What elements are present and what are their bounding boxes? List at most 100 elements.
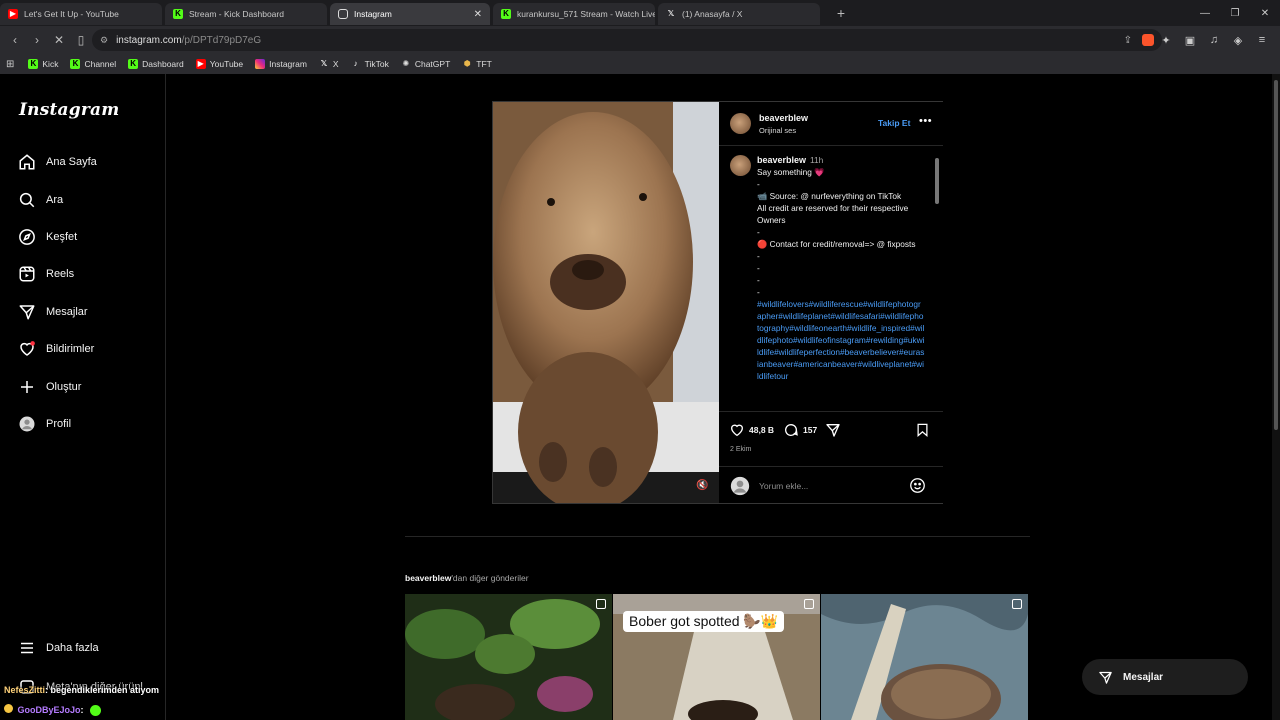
close-window-icon[interactable]: ✕ [1250,8,1280,19]
profile-avatar [730,476,750,496]
bookmark-item[interactable]: ♪ TikTok [351,59,389,69]
sidebar-item-create[interactable]: Oluştur [18,375,81,399]
instagram-logo[interactable]: Instagram [19,100,119,120]
bookmark-item[interactable]: K Kick [28,59,58,69]
more-posts-username[interactable]: beaverblew [405,573,451,583]
media-icon[interactable]: ♫ [1202,34,1226,46]
sidebar-item-reels[interactable]: Reels [18,262,74,286]
bookmark-item[interactable]: ⬢ TFT [462,59,492,69]
bookmark-label: X [332,59,339,69]
bookmark-item[interactable]: 𝕏X [319,59,339,69]
messages-fab[interactable]: Mesajlar [1082,659,1248,695]
post-thumbnail[interactable]: Bober got spotted 🦫👑 [613,594,820,720]
post-username[interactable]: beaverblew [759,113,808,123]
post-thumbnail[interactable] [405,594,612,720]
save-bookmark-icon[interactable] [915,422,930,438]
mute-icon[interactable]: 🔇 [696,480,708,491]
avatar[interactable] [730,155,751,176]
caption-line: 🔴 Contact for credit/removal=> @ fixpost… [757,239,916,249]
beaver-video-frame [493,102,719,503]
audio-label[interactable]: Orijinal ses [759,126,796,135]
browser-tab[interactable]: K kurankursu_571 Stream - Watch Live [493,3,655,25]
brave-shield-icon[interactable] [1142,34,1154,46]
caption-line: - [757,263,760,273]
stop-icon[interactable]: ✕ [48,33,70,47]
plus-icon [21,381,33,393]
sidebar-item-more[interactable]: Daha fazla [18,636,99,660]
bookmark-item[interactable]: Instagram [255,59,307,69]
sidebar-item-profile[interactable]: Profil [18,412,71,436]
close-icon[interactable]: ✕ [474,9,482,20]
post-details: beaverblew Orijinal ses Takip Et ••• bea… [719,102,943,503]
caption-scrollbar[interactable] [933,146,941,411]
bookmark-item[interactable]: ✺ ChatGPT [401,59,450,69]
chat-badge-icon [4,704,13,713]
browser-nav-bar: ‹ › ✕ ▯ ⚙ instagram.com/p/DPTd79pD7eG ⇪ … [0,26,1280,54]
chat-message: : [80,705,84,715]
sidebar-item-label: Ana Sayfa [46,156,97,168]
menu-icon[interactable]: ≡ [1250,34,1274,46]
address-bar[interactable]: ⚙ instagram.com/p/DPTd79pD7eG ⇪ [92,29,1162,51]
post-video[interactable]: 🔇 [493,102,719,503]
sidebar-item-messages[interactable]: Mesajlar [18,300,88,324]
page-scrollbar[interactable] [1272,74,1280,720]
reels-icon [19,266,35,282]
extensions-icon[interactable]: ✦ [1154,34,1178,47]
more-posts-title: beaverblew'dan diğer gönderiler [405,573,529,583]
minimize-icon[interactable]: — [1190,8,1220,19]
x-icon: 𝕏 [667,9,675,18]
vpn-icon[interactable]: ◈ [1226,34,1250,47]
kick-icon: K [128,59,139,69]
share-icon[interactable]: ⇪ [1124,35,1132,46]
emoji-icon[interactable] [909,477,926,494]
sidebar-item-search[interactable]: Ara [18,188,63,212]
post-thumbnail[interactable] [821,594,1028,720]
new-tab-button[interactable]: + [831,3,851,23]
caption-username[interactable]: beaverblew [757,155,806,165]
browser-toolbar: ✦ ▣ ♫ ◈ ≡ [1154,26,1274,54]
maximize-icon[interactable]: ❐ [1220,8,1250,19]
browser-tab[interactable]: 𝕏 (1) Anasayfa / X [658,3,820,25]
bookmark-item[interactable]: K Dashboard [128,59,184,69]
sidebar-item-label: Mesajlar [46,306,88,318]
browser-tab-active[interactable]: Instagram ✕ [330,3,490,25]
bookmark-item[interactable]: ▶ YouTube [195,59,243,69]
like-count[interactable]: 48,8 B [749,425,774,435]
caption-line: 📹 Source: @ nurfeverything on TikTok [757,191,902,201]
kick-icon: K [28,59,39,69]
bookmark-item[interactable]: K Channel [70,59,116,69]
youtube-icon: ▶ [195,59,206,69]
chatgpt-icon: ✺ [402,59,410,68]
bookmark-icon[interactable]: ▯ [70,33,92,47]
post-card: 🔇 beaverblew Orijinal ses Takip Et ••• b… [492,101,943,504]
home-icon [19,154,35,170]
comment-count[interactable]: 157 [803,425,817,435]
reel-icon [804,599,814,609]
bookmarks-bar: ⊞ K Kick K Channel K Dashboard ▶ YouTube Ins… [0,54,1280,74]
avatar[interactable] [730,113,751,134]
back-icon[interactable]: ‹ [4,33,26,47]
sidebar-icon[interactable]: ▣ [1178,34,1202,47]
browser-tab[interactable]: K Stream - Kick Dashboard [165,3,327,25]
share-icon[interactable] [825,422,841,438]
site-info-icon[interactable]: ⚙ [100,35,108,46]
apps-grid-icon[interactable]: ⊞ [6,59,14,70]
divider [405,536,1030,537]
x-icon: 𝕏 [320,59,328,68]
chat-username: NefesZitti [4,685,46,695]
more-options-icon[interactable]: ••• [919,115,932,127]
tft-icon: ⬢ [463,59,471,68]
forward-icon[interactable]: › [26,33,48,47]
sidebar-item-home[interactable]: Ana Sayfa [18,150,97,174]
sidebar-item-notifications[interactable]: Bildirimler [18,337,94,361]
sidebar-item-explore[interactable]: Keşfet [18,225,77,249]
sidebar-item-label: Daha fazla [46,642,99,654]
follow-button[interactable]: Takip Et [878,118,910,128]
comment-icon[interactable] [783,422,799,438]
comment-input[interactable]: Yorum ekle... [759,481,808,491]
browser-tab[interactable]: ▶ Let's Get It Up - YouTube [0,3,162,25]
like-heart-icon[interactable] [729,422,745,438]
stream-chat-line: GooDByEJoJo: [4,704,102,717]
stream-chat-line: NefesZitti: begendiklerimden atıyom [4,685,159,695]
hashtags[interactable]: #wildlifelovers#wildliferescue#wildlifep… [757,298,925,382]
